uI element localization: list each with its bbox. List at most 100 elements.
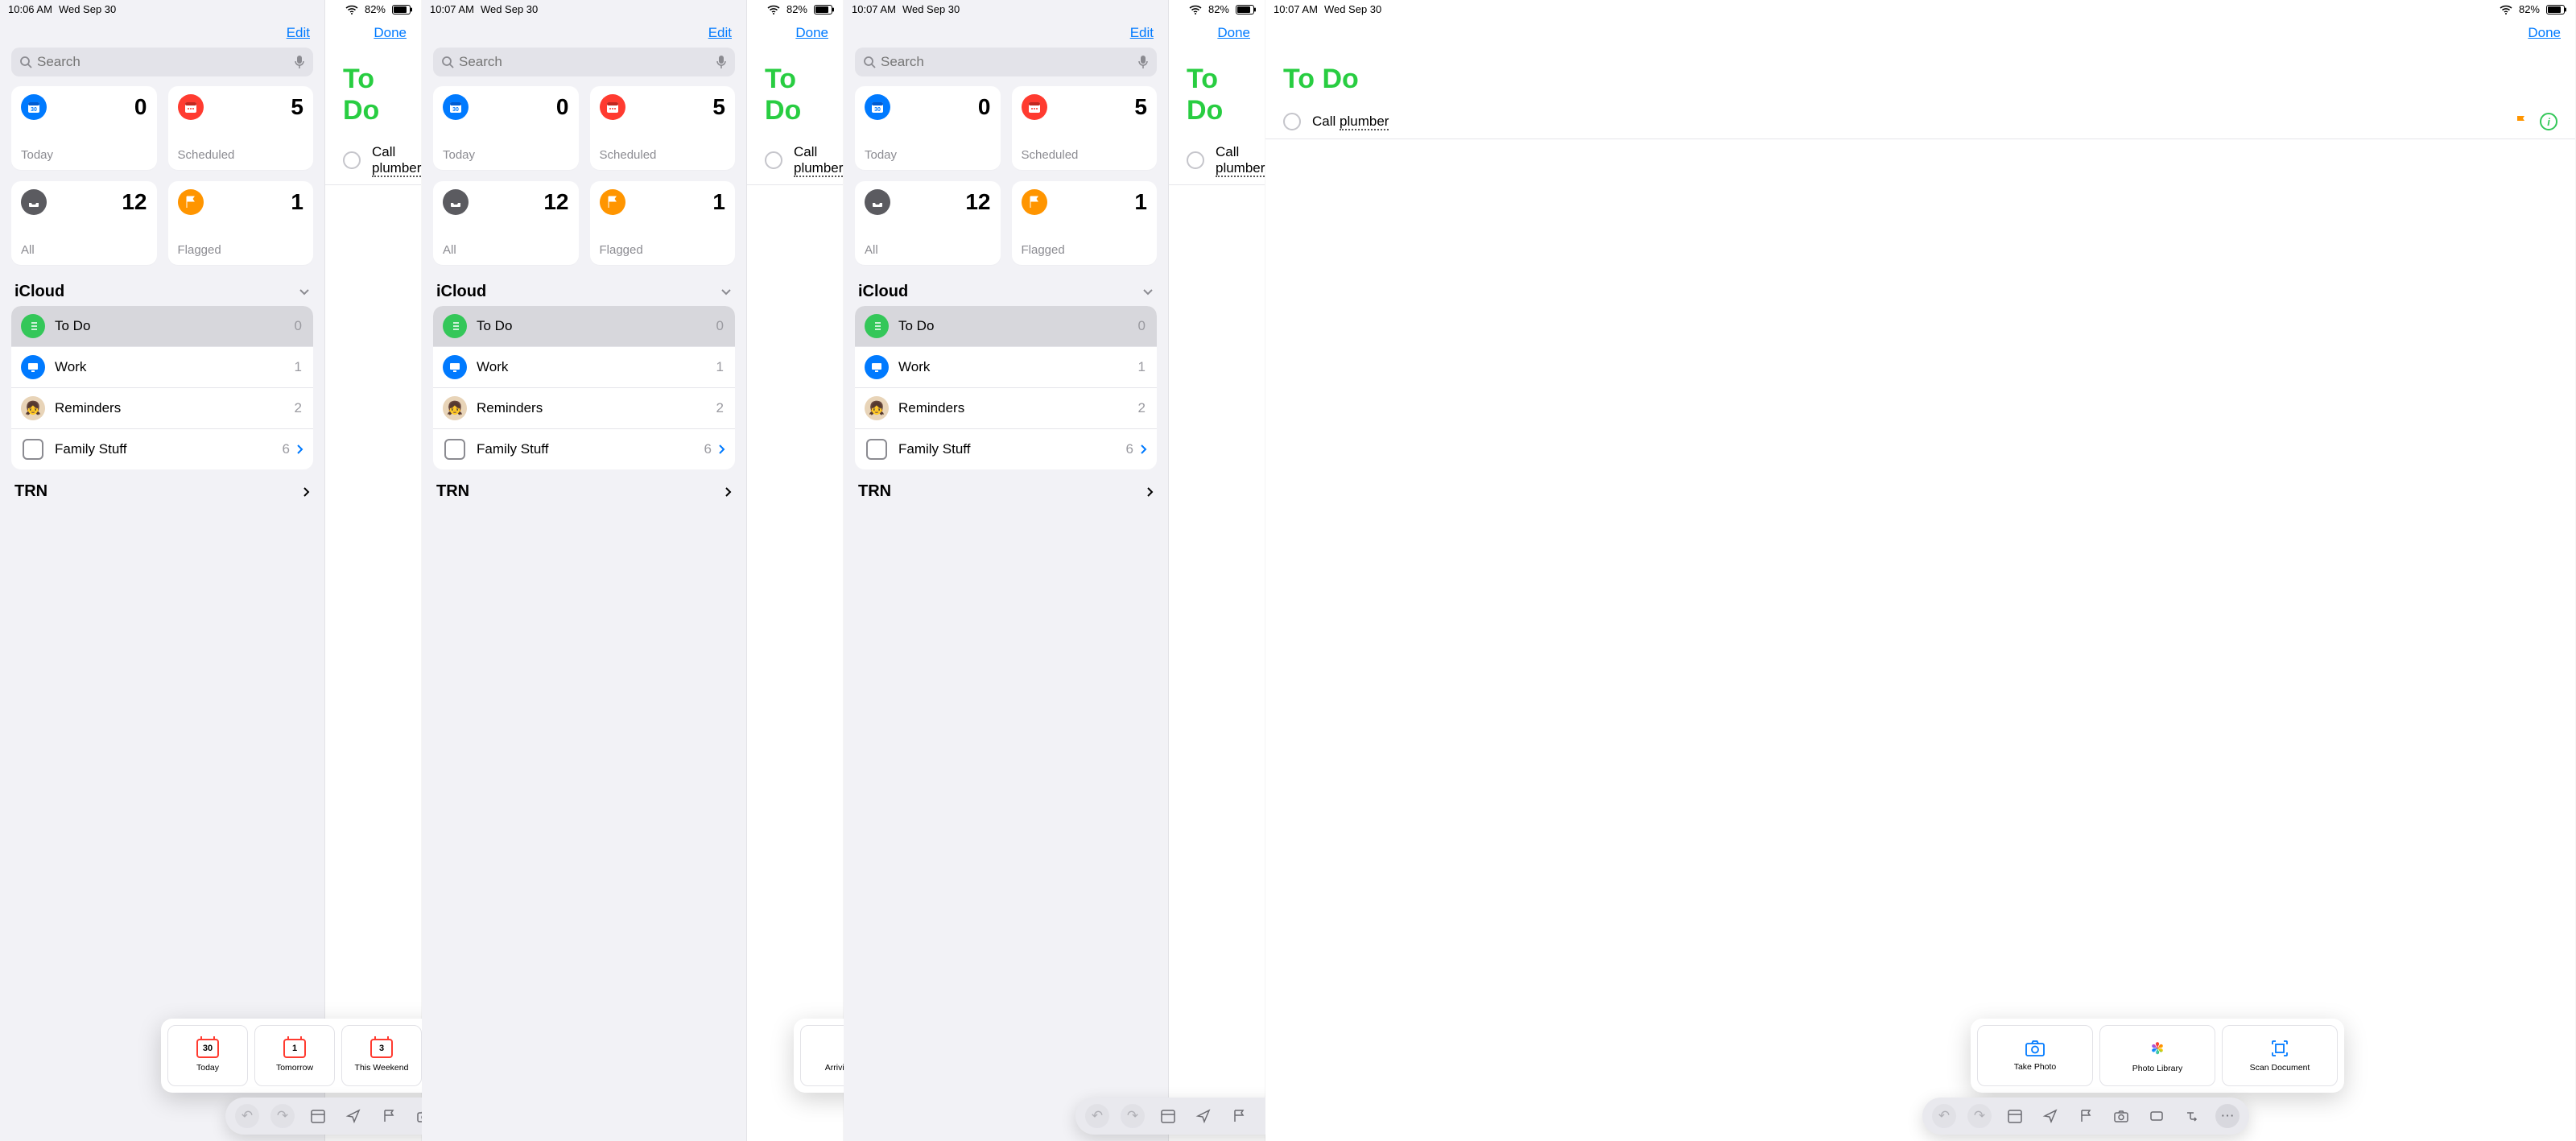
card-count: 12	[965, 189, 990, 215]
mic-icon[interactable]	[716, 55, 727, 69]
status-time: 10:07 AM	[430, 3, 474, 15]
card-scheduled[interactable]: 5Scheduled	[590, 86, 736, 170]
sidebar-edit-link[interactable]: Edit	[1130, 25, 1154, 41]
list-row-reminders[interactable]: 👧Reminders2	[855, 388, 1157, 429]
list-row-work[interactable]: Work1	[433, 347, 735, 388]
list-row-family[interactable]: Family Stuff6	[855, 429, 1157, 469]
list-row-todo[interactable]: To Do 0	[11, 306, 313, 347]
icloud-header-label: iCloud	[858, 283, 908, 301]
list-row-work[interactable]: Work 1	[11, 347, 313, 388]
subtask-button[interactable]	[2180, 1104, 2204, 1128]
date-option-weekend[interactable]: 3 This Weekend	[341, 1025, 422, 1086]
camera-option-take[interactable]: Take Photo	[1977, 1025, 2093, 1086]
completion-circle[interactable]	[1187, 151, 1204, 169]
flag-button[interactable]	[377, 1104, 401, 1128]
reminder-item[interactable]: Call plumber i	[1265, 105, 2575, 139]
search-input[interactable]	[459, 54, 711, 70]
undo-button[interactable]: ↶	[235, 1104, 259, 1128]
reminder-item[interactable]: Call plumber i	[747, 136, 843, 185]
card-today[interactable]: 300Today	[855, 86, 1001, 170]
camera-button[interactable]	[2109, 1104, 2133, 1128]
completion-circle[interactable]	[1283, 113, 1301, 130]
icloud-lists: To Do 0 Work 1 👧 Reminders 2 Family Stuf…	[11, 306, 313, 469]
calendar-button[interactable]	[2003, 1104, 2027, 1128]
main-content: 82% Done To Do Call plumber i	[325, 0, 421, 1141]
search-field[interactable]	[11, 48, 313, 76]
reminder-text[interactable]: Call plumber	[1312, 114, 2503, 130]
camera-option-library[interactable]: ✽ Photo Library	[2099, 1025, 2215, 1086]
done-button[interactable]: Done	[2528, 25, 2561, 41]
card-scheduled[interactable]: 5Scheduled	[1012, 86, 1158, 170]
list-row-reminders[interactable]: 👧Reminders2	[433, 388, 735, 429]
sidebar-edit-link[interactable]: Edit	[708, 25, 732, 41]
camera-option-scan[interactable]: Scan Document	[2222, 1025, 2338, 1086]
card-flagged[interactable]: 1 Flagged	[168, 181, 314, 265]
icloud-section-header[interactable]: iCloud	[0, 275, 324, 306]
card-all[interactable]: 12All	[855, 181, 1001, 265]
hashtag-button[interactable]	[2145, 1104, 2169, 1128]
reminder-item[interactable]: Call plumber i	[325, 136, 421, 185]
mic-icon[interactable]	[1137, 55, 1149, 69]
list-row-work[interactable]: Work1	[855, 347, 1157, 388]
completion-circle[interactable]	[343, 151, 361, 169]
calendar-button[interactable]	[1156, 1104, 1180, 1128]
chevron-right-icon	[303, 486, 310, 498]
trn-section-header[interactable]: TRN	[844, 469, 1168, 514]
card-all[interactable]: 12All	[433, 181, 579, 265]
list-row-todo[interactable]: To Do0	[433, 306, 735, 347]
icloud-section-header[interactable]: iCloud	[422, 275, 746, 306]
search-field[interactable]	[433, 48, 735, 76]
svg-text:30: 30	[31, 107, 37, 113]
redo-button[interactable]: ↷	[1121, 1104, 1145, 1128]
done-button[interactable]: Done	[374, 25, 407, 41]
calendar-icon: 30	[21, 94, 47, 120]
info-icon[interactable]: i	[2540, 113, 2557, 130]
wifi-icon	[1189, 5, 1202, 14]
location-button[interactable]	[2038, 1104, 2062, 1128]
reminder-item[interactable]: Call plumber i	[1169, 136, 1265, 185]
date-option-tomorrow[interactable]: 1 Tomorrow	[254, 1025, 335, 1086]
status-time: 10:07 AM	[1274, 3, 1318, 15]
card-all[interactable]: 12 All	[11, 181, 157, 265]
calendar-button[interactable]	[306, 1104, 330, 1128]
reminder-text[interactable]: Call plumber	[794, 144, 843, 176]
more-button[interactable]: ⋯	[2215, 1104, 2240, 1128]
list-row-family[interactable]: Family Stuff 6	[11, 429, 313, 469]
card-label: Flagged	[600, 243, 726, 257]
list-icon	[443, 314, 467, 338]
trn-section-header[interactable]: TRN	[422, 469, 746, 514]
calendar-icon: 30	[443, 94, 469, 120]
card-today[interactable]: 300Today	[433, 86, 579, 170]
list-row-family[interactable]: Family Stuff6	[433, 429, 735, 469]
search-input[interactable]	[37, 54, 289, 70]
location-button[interactable]	[1191, 1104, 1216, 1128]
list-row-todo[interactable]: To Do0	[855, 306, 1157, 347]
content-header: Done	[1169, 17, 1265, 48]
search-field[interactable]	[855, 48, 1157, 76]
card-today[interactable]: 30 0 Today	[11, 86, 157, 170]
card-flagged[interactable]: 1Flagged	[1012, 181, 1158, 265]
done-button[interactable]: Done	[795, 25, 828, 41]
done-button[interactable]: Done	[1217, 25, 1250, 41]
card-flagged[interactable]: 1Flagged	[590, 181, 736, 265]
undo-button[interactable]: ↶	[1932, 1104, 1956, 1128]
location-button[interactable]	[341, 1104, 365, 1128]
mic-icon[interactable]	[294, 55, 305, 69]
redo-button[interactable]: ↷	[1967, 1104, 1992, 1128]
trn-section-header[interactable]: TRN	[0, 469, 324, 514]
sidebar-header: Edit	[422, 17, 746, 48]
reminder-text[interactable]: Call plumber	[372, 144, 421, 176]
date-option-today[interactable]: 30 Today	[167, 1025, 248, 1086]
search-input[interactable]	[881, 54, 1133, 70]
icloud-section-header[interactable]: iCloud	[844, 275, 1168, 306]
calendar-icon	[1022, 94, 1047, 120]
card-scheduled[interactable]: 5 Scheduled	[168, 86, 314, 170]
undo-button[interactable]: ↶	[1085, 1104, 1109, 1128]
sidebar-edit-link[interactable]: Edit	[287, 25, 310, 41]
reminder-text[interactable]: Call plumber	[1216, 144, 1265, 176]
completion-circle[interactable]	[765, 151, 782, 169]
flag-button[interactable]	[1227, 1104, 1251, 1128]
list-row-reminders[interactable]: 👧 Reminders 2	[11, 388, 313, 429]
flag-button[interactable]	[2074, 1104, 2098, 1128]
redo-button[interactable]: ↷	[270, 1104, 295, 1128]
